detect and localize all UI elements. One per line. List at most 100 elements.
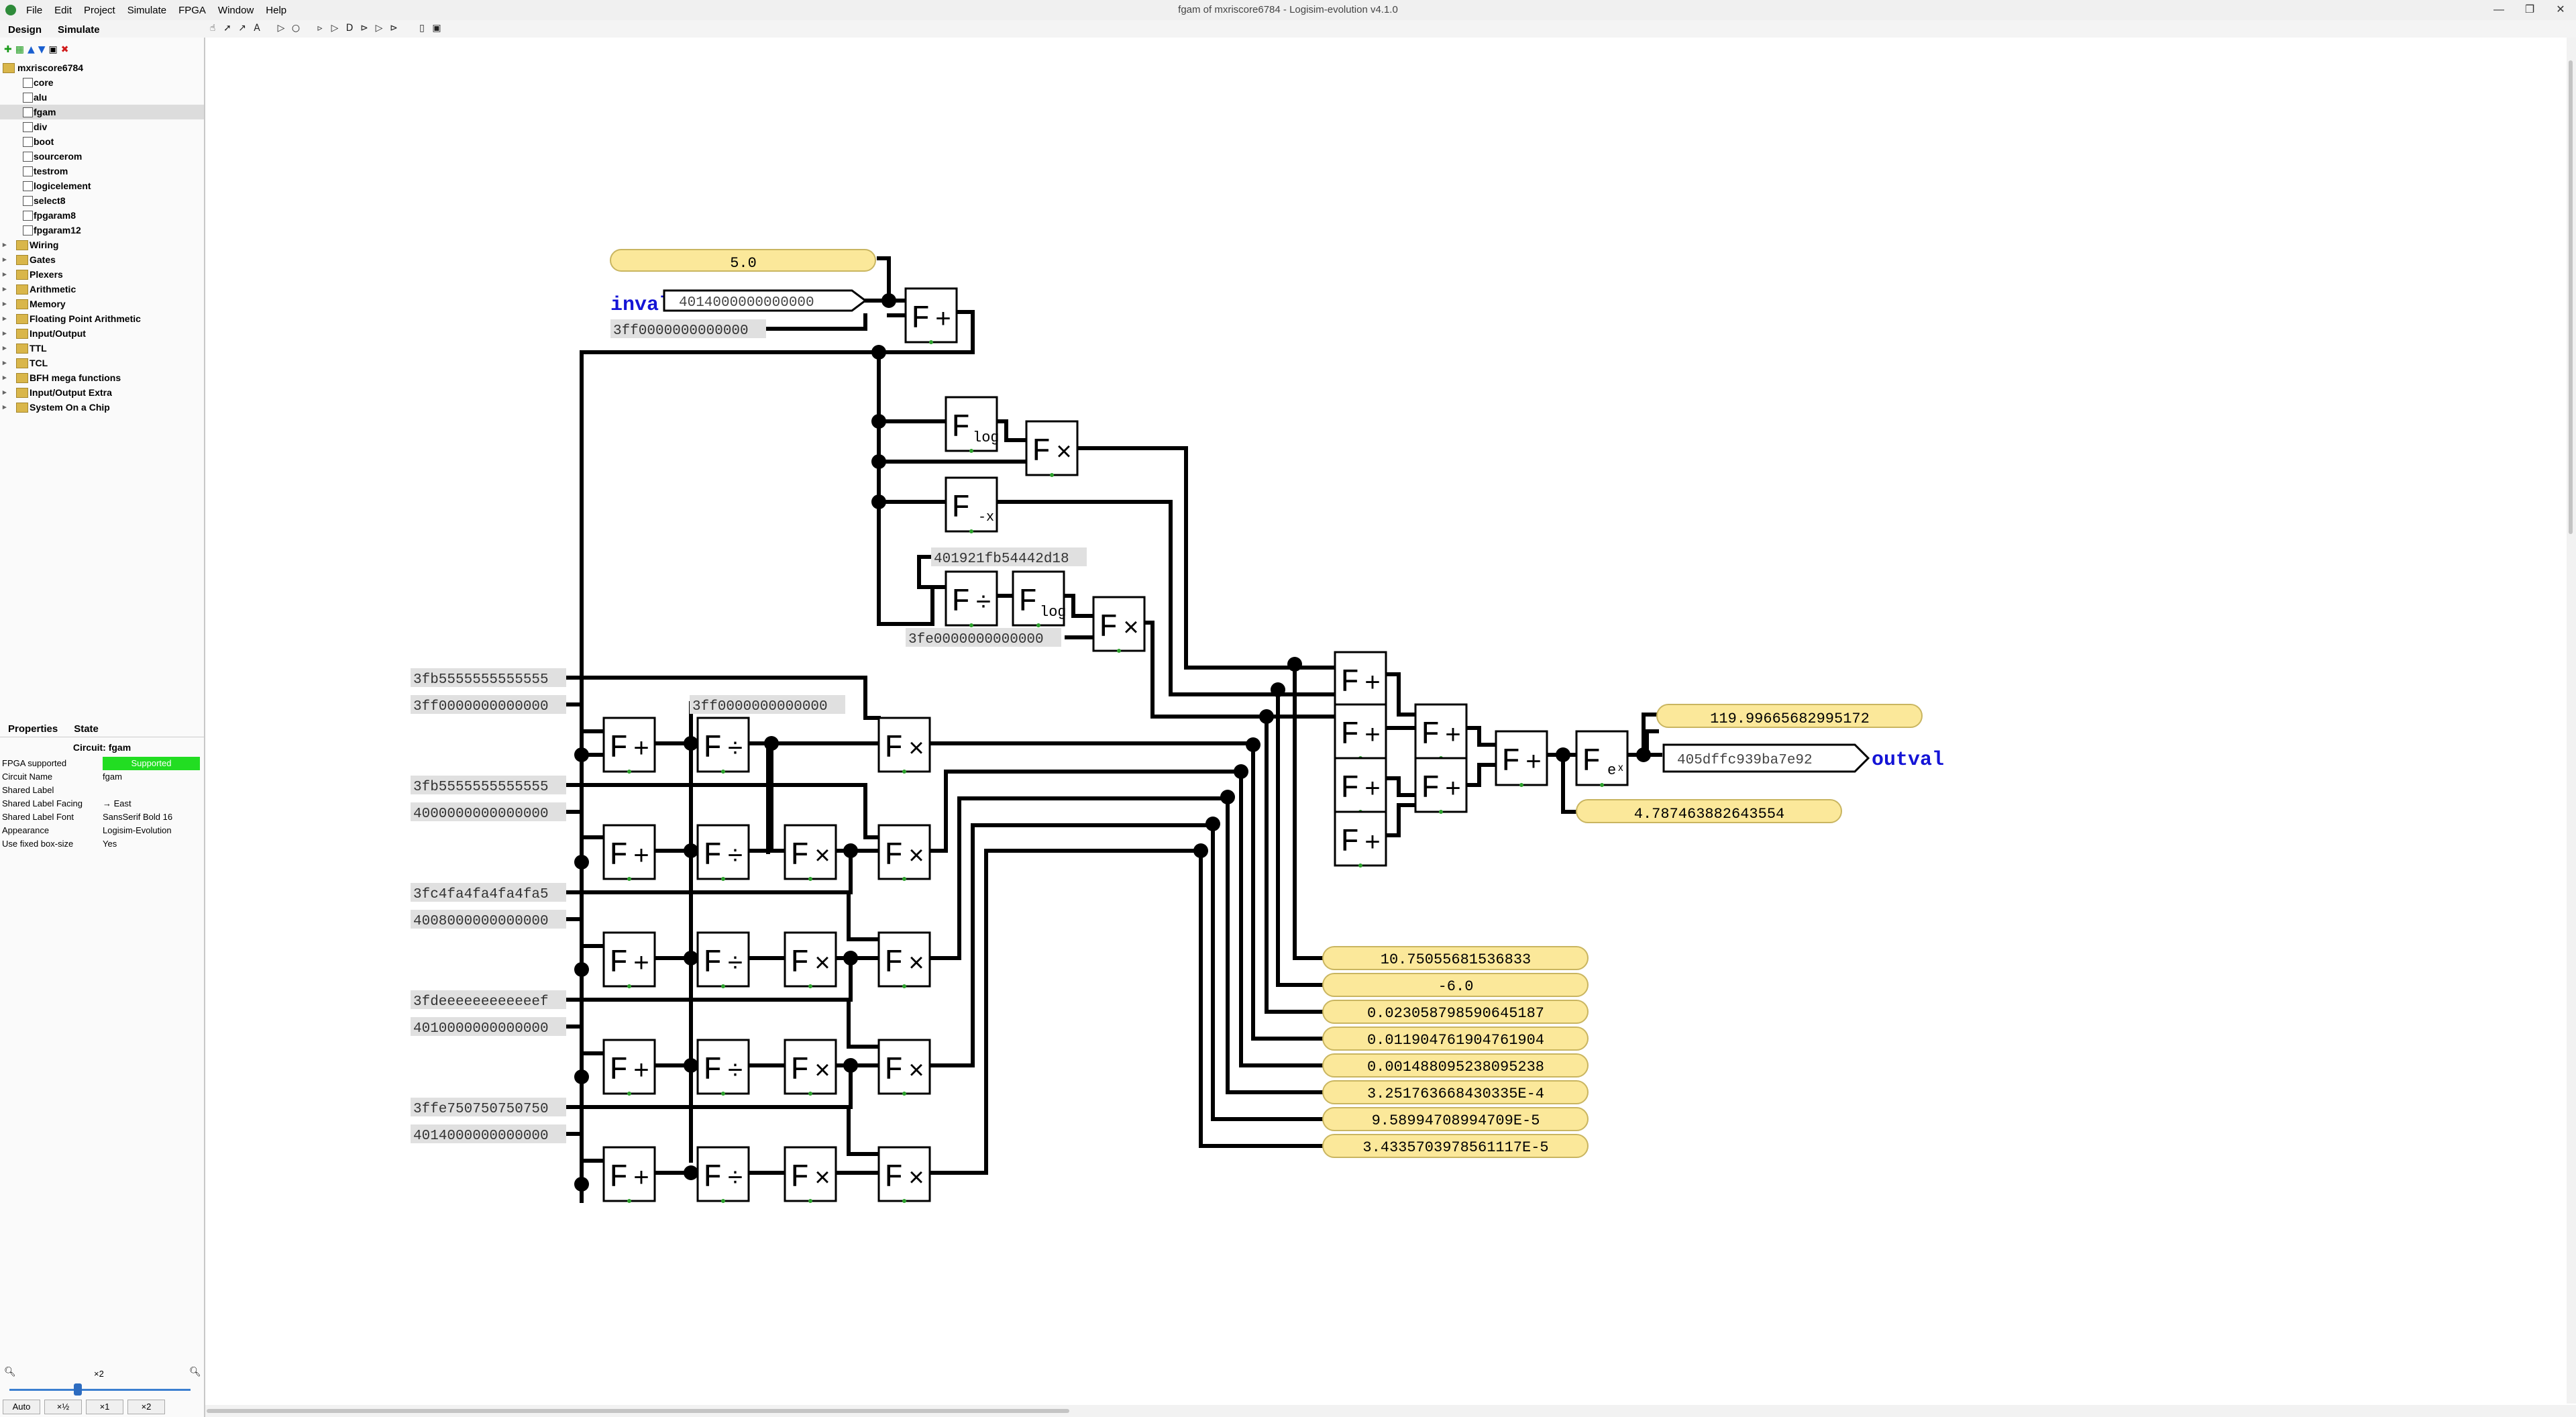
- const-input-value: 3fdeeeeeeeeeeeef: [413, 994, 549, 1010]
- fp-F-glyph: F: [703, 1160, 722, 1196]
- probe-term-value: 0.001488095238095238: [1367, 1059, 1544, 1075]
- junction-dot: [843, 1058, 858, 1073]
- pin-dot: [808, 984, 812, 988]
- junction-dot: [843, 843, 858, 858]
- fp-add-unit[interactable]: F +: [1414, 757, 1468, 814]
- fp-op-symbol: log: [1040, 604, 1067, 621]
- fp-op-symbol: ×: [908, 1165, 924, 1195]
- pin-dot: [721, 877, 725, 881]
- fp-mul-unit[interactable]: F ×: [784, 1039, 837, 1096]
- fp-add-unit[interactable]: F +: [1334, 810, 1387, 868]
- junction-dot: [1193, 843, 1208, 858]
- probe-term-value: 0.011904761904761904: [1367, 1032, 1544, 1049]
- junction-dot: [574, 962, 589, 977]
- junction-dot: [871, 454, 886, 469]
- const-half-value: 3fe0000000000000: [908, 632, 1044, 647]
- const-input-value: 3fb5555555555555: [413, 780, 549, 795]
- fp-neg-unit[interactable]: F -x: [945, 476, 998, 533]
- const-input-value: 4010000000000000: [413, 1021, 549, 1037]
- fp-op-symbol: ×: [908, 735, 924, 766]
- junction-dot: [871, 345, 886, 360]
- fp-add-unit[interactable]: F +: [1414, 703, 1468, 760]
- pin-dot: [902, 1199, 906, 1203]
- fp-mul-unit[interactable]: F ×: [1025, 420, 1079, 477]
- fp-mul-unit[interactable]: F ×: [877, 931, 931, 988]
- fp-F-glyph: F: [884, 1160, 904, 1196]
- const-input-value: 4000000000000000: [413, 806, 549, 822]
- pin-dot: [902, 770, 906, 774]
- fp-op-symbol: +: [633, 1057, 649, 1088]
- fp-op-symbol: ×: [814, 843, 830, 873]
- fp-F-glyph: F: [951, 584, 971, 621]
- fp-op-symbol: ÷: [727, 735, 743, 766]
- fp-add-unit[interactable]: F +: [602, 931, 656, 988]
- fp-F-glyph: F: [1099, 610, 1118, 646]
- fp-F-glyph: F: [703, 838, 722, 874]
- junction-dot: [684, 1165, 698, 1180]
- junction-dot: [1234, 764, 1248, 779]
- fp-F-glyph: F: [911, 301, 930, 337]
- fp-op-symbol: ÷: [727, 1165, 743, 1195]
- junction-dot: [574, 747, 589, 762]
- fp-op-symbol: +: [1364, 776, 1381, 806]
- junction-dot: [764, 736, 779, 751]
- circuit-diagram[interactable]: F +F log F ×F -xF ÷ Flog F ×F +F +F +F +F +F +F + FeˣF ×F ×…: [0, 0, 2576, 1417]
- junction-dot: [574, 855, 589, 870]
- fp-mul-unit[interactable]: F ×: [784, 1146, 837, 1203]
- fp-div-unit[interactable]: F ÷: [945, 570, 998, 627]
- fp-log-unit[interactable]: Flog: [1012, 570, 1067, 627]
- fp-div-unit[interactable]: F ÷: [696, 1146, 750, 1203]
- fp-add-unit[interactable]: F +: [602, 717, 656, 774]
- const-one-value: 3ff0000000000000: [613, 323, 749, 339]
- pin-dot: [808, 1199, 812, 1203]
- fp-add-unit[interactable]: F +: [1334, 703, 1387, 760]
- fp-op-symbol: ×: [814, 950, 830, 980]
- fp-F-glyph: F: [609, 1160, 629, 1196]
- fp-mul-unit[interactable]: F ×: [1092, 596, 1146, 653]
- fp-op-symbol: +: [633, 843, 649, 873]
- inval-value: 4014000000000000: [679, 295, 814, 311]
- fp-add-unit[interactable]: F +: [602, 824, 656, 881]
- probe-exp-value: 4.787463882643554: [1634, 806, 1784, 823]
- junction-dot: [684, 736, 698, 751]
- fp-mul-unit[interactable]: F ×: [784, 931, 837, 988]
- fp-log-unit[interactable]: Flog: [945, 396, 1000, 453]
- fp-add-unit[interactable]: F +: [904, 287, 958, 344]
- fp-F-glyph: F: [1501, 744, 1521, 780]
- fp-div-unit[interactable]: F ÷: [696, 717, 750, 774]
- pin-dot: [627, 984, 631, 988]
- pin-dot: [808, 1092, 812, 1096]
- pin-dot: [721, 1199, 725, 1203]
- pin-dot: [1358, 863, 1362, 868]
- fp-op-symbol: +: [1445, 776, 1461, 806]
- fp-add-unit[interactable]: F +: [1495, 730, 1548, 787]
- fp-F-glyph: F: [1421, 771, 1440, 807]
- fp-mul-unit[interactable]: F ×: [877, 717, 931, 774]
- fp-div-unit[interactable]: F ÷: [696, 1039, 750, 1096]
- junction-dot: [871, 414, 886, 429]
- junction-dot: [843, 951, 858, 965]
- fp-exp-unit[interactable]: Feˣ: [1575, 730, 1629, 787]
- fp-F-glyph: F: [703, 731, 722, 767]
- junction-dot: [1556, 747, 1570, 762]
- fp-mul-unit[interactable]: F ×: [877, 1039, 931, 1096]
- fp-add-unit[interactable]: F +: [602, 1039, 656, 1096]
- fp-op-symbol: +: [633, 1165, 649, 1195]
- fp-F-glyph: F: [790, 838, 810, 874]
- junction-dot: [1259, 709, 1274, 724]
- pin-dot: [929, 340, 933, 344]
- pin-dot: [1439, 810, 1443, 814]
- fp-add-unit[interactable]: F +: [1334, 757, 1387, 814]
- probe-term-value: -6.0: [1438, 978, 1474, 995]
- fp-mul-unit[interactable]: F ×: [784, 824, 837, 881]
- fp-op-symbol: ×: [1056, 439, 1072, 469]
- fp-add-unit[interactable]: F +: [602, 1146, 656, 1203]
- fp-div-unit[interactable]: F ÷: [696, 931, 750, 988]
- fp-div-unit[interactable]: F ÷: [696, 824, 750, 881]
- fp-mul-unit[interactable]: F ×: [877, 824, 931, 881]
- fp-op-symbol: ÷: [727, 950, 743, 980]
- fp-add-unit[interactable]: F +: [1334, 651, 1387, 708]
- fp-op-symbol: ÷: [727, 1057, 743, 1088]
- fp-mul-unit[interactable]: F ×: [877, 1146, 931, 1203]
- fp-F-glyph: F: [790, 945, 810, 982]
